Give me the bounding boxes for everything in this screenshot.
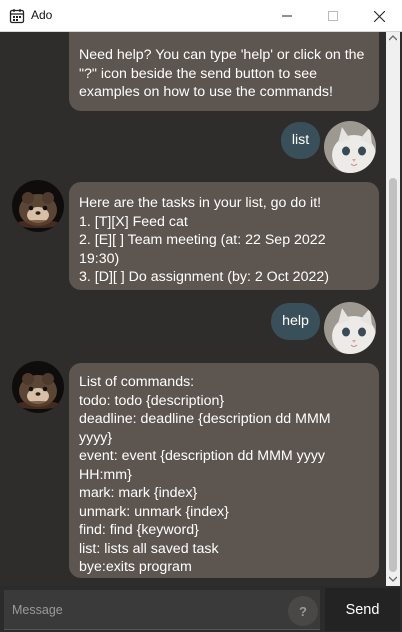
scroll-up-icon[interactable] bbox=[389, 35, 397, 41]
title-bar: Ado bbox=[0, 0, 402, 32]
scroll-down-icon[interactable] bbox=[389, 576, 397, 582]
message-input[interactable] bbox=[4, 590, 320, 630]
minimize-icon bbox=[282, 15, 292, 17]
chat-area[interactable]: Need help? You can type 'help' or click … bbox=[0, 32, 386, 586]
bot-message: List of commands: todo: todo {descriptio… bbox=[69, 363, 379, 578]
minimize-button[interactable] bbox=[264, 0, 310, 32]
maximize-icon bbox=[328, 11, 338, 21]
user-message: help bbox=[271, 303, 320, 340]
user-cat-avatar bbox=[324, 302, 376, 354]
bot-message: Here are the tasks in your list, go do i… bbox=[69, 182, 379, 290]
window-title: Ado bbox=[31, 8, 53, 22]
close-icon bbox=[373, 10, 385, 22]
chat-scrollbar[interactable] bbox=[386, 32, 400, 586]
send-button[interactable]: Send bbox=[325, 588, 400, 631]
scrollbar-thumb[interactable] bbox=[389, 178, 397, 572]
close-button[interactable] bbox=[356, 0, 402, 32]
bot-avatar bbox=[12, 180, 64, 232]
app-window: Ado Need help? You can type 'help' or cl… bbox=[0, 0, 402, 632]
calendar-icon bbox=[9, 9, 25, 24]
help-button[interactable]: ? bbox=[288, 596, 318, 626]
bot-message: Need help? You can type 'help' or click … bbox=[69, 32, 379, 111]
maximize-button[interactable] bbox=[310, 0, 356, 32]
bot-avatar bbox=[12, 361, 64, 413]
user-cat-avatar bbox=[324, 121, 376, 173]
user-message: list bbox=[281, 122, 320, 159]
